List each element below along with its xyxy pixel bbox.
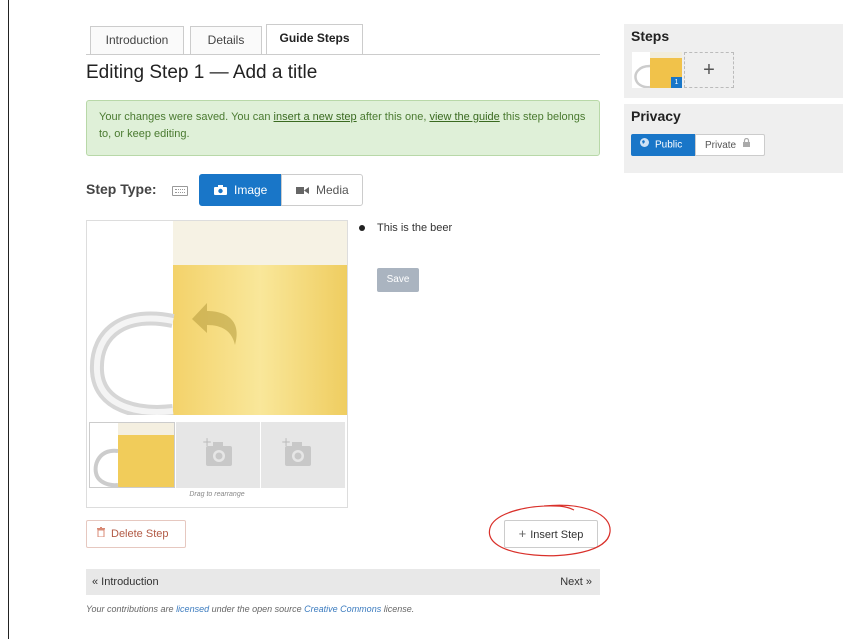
add-step-button[interactable]: + (684, 52, 734, 88)
add-photo-icon: + (261, 435, 345, 488)
licensed-link[interactable]: licensed (176, 604, 209, 614)
beer-mug-image (89, 221, 347, 415)
bullet-text: This is the beer (377, 222, 453, 234)
bullet-dot (359, 225, 365, 232)
thumbnail-1[interactable] (89, 422, 175, 488)
main-step-image[interactable] (87, 221, 347, 415)
creative-commons-link[interactable]: Creative Commons (304, 604, 381, 614)
steps-panel: Steps 1 + (624, 24, 843, 98)
plus-icon: + (518, 526, 527, 541)
next-step-link[interactable]: Next » (560, 569, 592, 595)
alert-text-2: after this one, (356, 111, 430, 123)
private-label: Private (705, 139, 737, 151)
footer-text-3: license. (381, 604, 415, 614)
trash-icon (97, 521, 105, 547)
public-toggle[interactable]: Public (631, 134, 695, 156)
image-label: Image (234, 183, 268, 197)
save-button[interactable]: Save (377, 268, 419, 292)
drag-hint: Drag to rearrange (189, 491, 245, 498)
step-type-selector: Step Type: Image Media (86, 174, 376, 206)
add-photo-icon: + (176, 435, 260, 488)
tab-introduction[interactable]: Introduction (90, 26, 184, 54)
privacy-title: Privacy (631, 108, 681, 124)
page-title: Editing Step 1 — Add a title (86, 62, 318, 83)
keyboard-icon (172, 186, 188, 196)
step-number-badge: 1 (671, 77, 682, 88)
globe-icon (640, 134, 649, 156)
camera-icon (214, 176, 227, 206)
prev-introduction-link[interactable]: « Introduction (92, 569, 159, 595)
insert-new-step-link[interactable]: insert a new step (274, 111, 357, 123)
license-note: Your contributions are licensed under th… (86, 604, 414, 614)
private-toggle[interactable]: Private (695, 134, 765, 156)
step-1-thumbnail[interactable]: 1 (632, 52, 682, 88)
tab-guide-steps[interactable]: Guide Steps (266, 24, 363, 54)
media-label: Media (316, 183, 349, 197)
tab-bar: Introduction Details Guide Steps (86, 22, 600, 55)
step-type-media-button[interactable]: Media (281, 174, 363, 206)
step-bullet[interactable]: This is the beer (359, 222, 452, 234)
footer-text-2: under the open source (209, 604, 305, 614)
delete-step-button[interactable]: Delete Step (86, 520, 186, 548)
video-icon (296, 176, 309, 206)
step-type-image-button[interactable]: Image (199, 174, 282, 206)
thumbnail-2-empty[interactable]: + (176, 422, 260, 488)
delete-step-label: Delete Step (111, 528, 169, 540)
alert-text-1: Your changes were saved. You can (99, 111, 274, 123)
public-label: Public (655, 139, 683, 151)
step-type-label: Step Type: (86, 181, 157, 197)
footer-text-1: Your contributions are (86, 604, 177, 614)
steps-title: Steps (631, 28, 670, 44)
tab-details[interactable]: Details (190, 26, 262, 54)
lock-icon (742, 135, 750, 155)
insert-step-label: Insert Step (530, 529, 584, 541)
thumbnail-3-empty[interactable]: + (261, 422, 345, 488)
privacy-panel: Privacy Public Private (624, 104, 843, 173)
view-guide-link[interactable]: view the guide (429, 111, 499, 123)
image-area: + + Drag to rearrange (86, 220, 348, 508)
insert-step-button[interactable]: + Insert Step (504, 520, 598, 548)
step-navigation: « Introduction Next » (86, 569, 600, 595)
saved-alert: Your changes were saved. You can insert … (86, 100, 600, 156)
image-thumbnails: + + Drag to rearrange (87, 422, 347, 507)
